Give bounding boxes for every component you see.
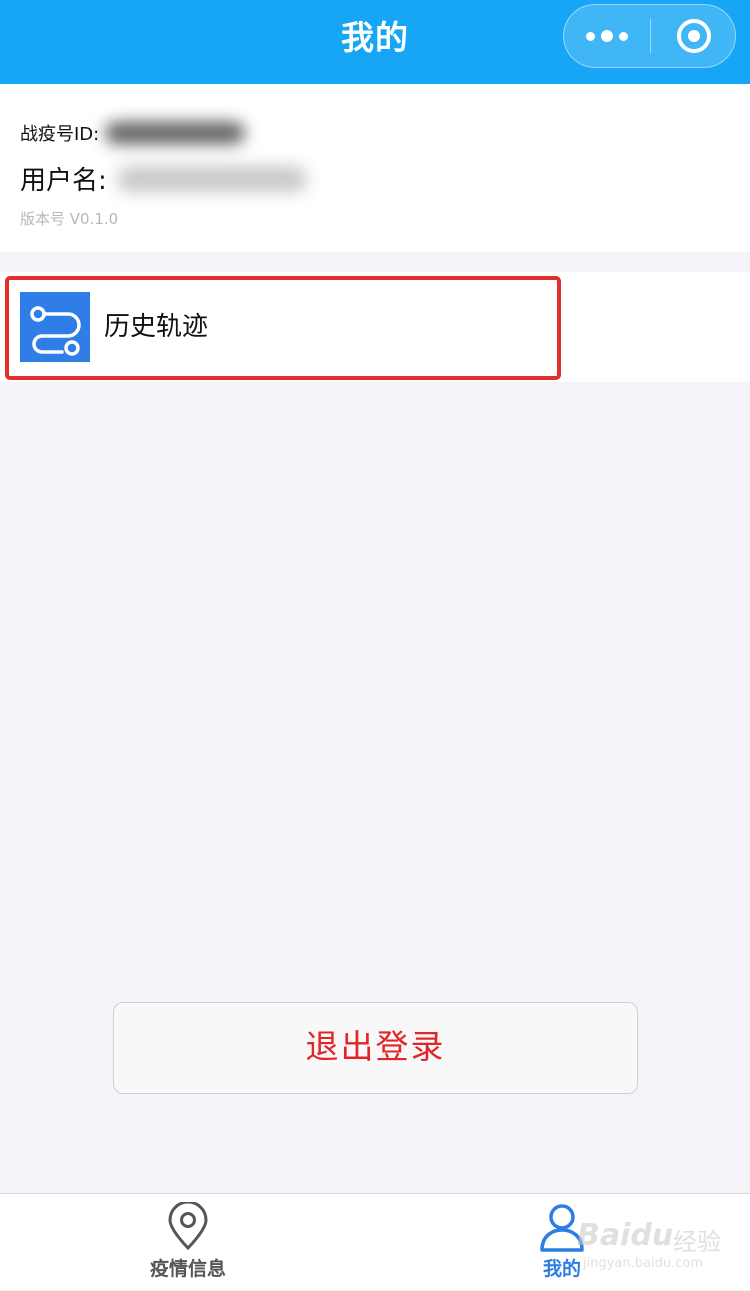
redacted-user-id	[105, 122, 246, 144]
tab-label: 疫情信息	[149, 1258, 226, 1280]
watermark-text: 经验	[673, 1228, 721, 1256]
capsule-menu	[563, 4, 736, 68]
circle-target-icon[interactable]	[651, 5, 737, 67]
watermark-logo: Baidu	[577, 1218, 674, 1253]
version-text: 版本号 V0.1.0	[20, 210, 119, 228]
user-id-label: 战疫号ID:	[20, 124, 100, 145]
profile-card: 战疫号ID: 用户名: 版本号 V0.1.0	[0, 84, 750, 252]
baidu-watermark: Baidu 经验 jingyan.baidu.com	[577, 1218, 737, 1278]
annotation-highlight-box	[5, 276, 561, 380]
history-track-item[interactable]: 历史轨迹	[0, 272, 750, 382]
redacted-username	[116, 165, 307, 192]
tab-epidemic-info[interactable]: 疫情信息	[118, 1194, 258, 1291]
username-row: 用户名:	[20, 160, 307, 197]
username-label: 用户名:	[20, 166, 107, 196]
more-dots-icon[interactable]	[564, 5, 650, 67]
navigation-bar: 我的	[0, 0, 750, 84]
user-id-row: 战疫号ID:	[20, 120, 246, 146]
watermark-url: jingyan.baidu.com	[583, 1256, 703, 1271]
logout-button[interactable]: 退出登录	[113, 1002, 638, 1094]
location-pin-icon	[164, 1200, 212, 1252]
